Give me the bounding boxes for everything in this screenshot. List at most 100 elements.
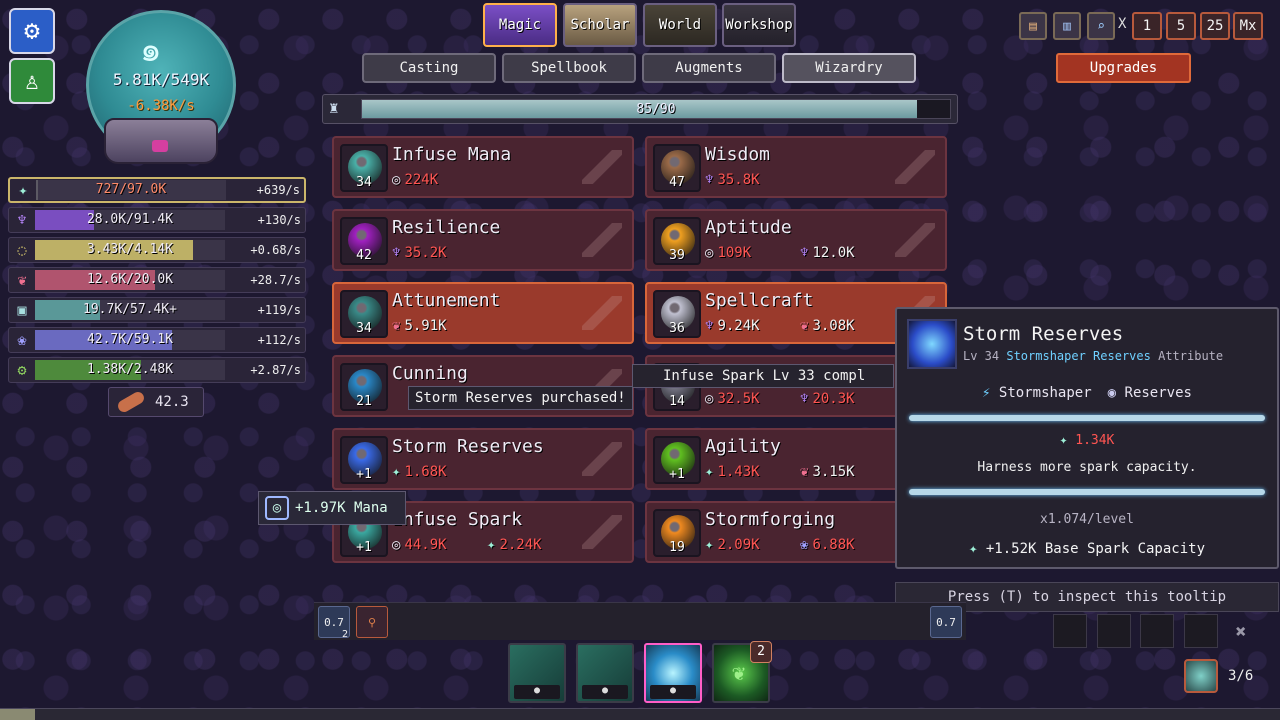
multiplier-1-button[interactable]: 1 [1132, 12, 1162, 40]
tab-world[interactable]: World [643, 3, 717, 47]
upgrades-button[interactable]: Upgrades [1056, 53, 1191, 83]
log-icon [115, 389, 147, 415]
tab-scholar[interactable]: Scholar [563, 3, 637, 47]
subtab-label: Wizardry [815, 60, 883, 76]
orb-page-icon [1184, 659, 1218, 693]
subtab-casting[interactable]: Casting [362, 53, 496, 83]
attribute-cost: ❦ 3.15K [800, 464, 855, 480]
lotus-icon: ♆ [392, 245, 401, 261]
cost-value: 1.68K [404, 464, 447, 480]
tooltip-category: Stormshaper Reserves [1006, 349, 1151, 363]
resource-bar: 727/97.0K [36, 180, 226, 200]
settings-button[interactable]: ⚙ [9, 8, 55, 54]
tab-label: World [658, 17, 702, 33]
attribute-card-resilience[interactable]: 42 Resilience ♆ 35.2K [332, 209, 634, 271]
attribute-name: Storm Reserves [392, 436, 544, 457]
cost-value: 109K [717, 245, 752, 261]
cost-value: 5.91K [404, 318, 447, 334]
cost-value: 3.15K [812, 464, 855, 480]
spark-icon: ✦ [705, 464, 714, 480]
slot-value: 0.7 [936, 615, 956, 629]
wizard-hat-icon [895, 150, 935, 184]
attribute-name: Spellcraft [705, 290, 814, 311]
spark-icon: ✦ [968, 541, 978, 557]
mana-gain-popup: ◎ +1.97K Mana [258, 491, 406, 525]
lotus-icon: ♆ [800, 391, 809, 407]
attribute-icon: +1 [340, 436, 388, 484]
magnifier-icon[interactable]: ⌕ [1087, 12, 1115, 40]
attribute-card-attunement[interactable]: 34 Attunement ❦ 5.91K [332, 282, 634, 344]
multiplier-25-button[interactable]: 25 [1200, 12, 1230, 40]
subtab-augments[interactable]: Augments [642, 53, 776, 83]
hotbar-slot-right[interactable]: 0.7 [930, 606, 962, 638]
attribute-cost: ◎ 224K [392, 172, 438, 188]
hotbar-slot-wand[interactable]: ⚲ [356, 606, 388, 638]
hotbar-slot-left[interactable]: 0.7 2 [318, 606, 350, 640]
attribute-card-aptitude[interactable]: 39 Aptitude ◎ 109K ♆ 12.0K [645, 209, 947, 271]
attribute-icon: 19 [653, 509, 701, 557]
empty-slot[interactable] [1053, 614, 1087, 648]
attribute-card-wisdom[interactable]: 47 Wisdom ♆ 35.8K [645, 136, 947, 198]
attribute-level: 34 [356, 321, 372, 336]
wizard-hat-icon [582, 150, 622, 184]
attribute-level: 14 [669, 394, 685, 409]
spell-slot-3[interactable]: ● [644, 643, 702, 703]
resource-bar: 1.38K/2.48K [35, 360, 225, 380]
resource-row-spark: ✦ 727/97.0K +639/s [8, 177, 306, 203]
hotbar [314, 602, 966, 640]
spark-icon: ✦ [392, 464, 401, 480]
multiplier-label: 1 [1142, 18, 1152, 34]
resource-bar: 28.0K/91.4K [35, 210, 225, 230]
empty-slot[interactable] [1140, 614, 1174, 648]
tab-magic[interactable]: Magic [483, 3, 557, 47]
resource-amount: 3.43K/4.14K [86, 242, 174, 257]
tooltip-level: Lv 34 [963, 349, 1000, 363]
page-indicator[interactable]: 3/6 [1184, 658, 1276, 694]
attribute-cost: ✦ 1.43K [705, 464, 760, 480]
tooltip-type: Attribute [1158, 349, 1224, 363]
tooltip-subtitle: Lv 34 Stormshaper Reserves Attribute [963, 349, 1223, 363]
attribute-name: Wisdom [705, 144, 771, 165]
tooltip-divider [909, 415, 1265, 421]
resource-rate: +28.7/s [250, 273, 301, 287]
resource-rate: +112/s [257, 333, 301, 347]
resource-row-heart: ❦ 12.6K/20.0K +28.7/s [8, 267, 306, 293]
attribute-level: 39 [669, 248, 685, 263]
attribute-level: +1 [356, 467, 372, 482]
cost-value: 35.2K [404, 245, 447, 261]
spell-badge: 2 [750, 641, 772, 663]
subtab-wizardry[interactable]: Wizardry [782, 53, 916, 83]
spell-slot-2[interactable]: ● [576, 643, 634, 703]
pin-icon[interactable]: ✚ [1229, 617, 1254, 642]
attribute-name: Cunning [392, 363, 468, 384]
wand-icon: ⚲ [367, 615, 377, 629]
attribute-cost: ✦ 1.68K [392, 464, 447, 480]
subtab-label: Spellbook [531, 60, 607, 76]
book-icon[interactable]: ▥ [1053, 12, 1081, 40]
multiplier-label: Mx [1239, 18, 1257, 34]
character-button[interactable]: ♙ [9, 58, 55, 104]
spell-slot-1[interactable]: ● [508, 643, 566, 703]
multiplier-max-button[interactable]: Mx [1233, 12, 1263, 40]
attribute-level: 21 [356, 394, 372, 409]
empty-slot[interactable] [1184, 614, 1218, 648]
tooltip-cost-value: 1.34K [1075, 433, 1115, 448]
multiplier-5-button[interactable]: 5 [1166, 12, 1196, 40]
attribute-icon: 39 [653, 217, 701, 265]
spell-slot-4[interactable]: ❦ 2 [712, 641, 772, 703]
leaf-icon: ❦ [732, 661, 746, 686]
attribute-card-infuse-mana[interactable]: 34 Infuse Mana ◎ 224K [332, 136, 634, 198]
attribute-cost: ✦ 2.09K [705, 537, 760, 553]
attribute-level: 42 [356, 248, 372, 263]
attribute-cost: ♆ 35.8K [705, 172, 760, 188]
subtab-spellbook[interactable]: Spellbook [502, 53, 636, 83]
attribute-card-storm-reserves[interactable]: +1 Storm Reserves ✦ 1.68K [332, 428, 634, 490]
tab-workshop[interactable]: Workshop [722, 3, 796, 47]
empty-slot[interactable] [1097, 614, 1131, 648]
scroll-icon[interactable]: ▤ [1019, 12, 1047, 40]
wood-counter: 42.3 [108, 387, 204, 417]
slot-count: 2 [341, 629, 348, 640]
mana-value: 5.81K/549K [112, 70, 210, 89]
mana-rate: -6.38K/s [127, 98, 195, 114]
multiplier-label: 5 [1176, 18, 1186, 34]
